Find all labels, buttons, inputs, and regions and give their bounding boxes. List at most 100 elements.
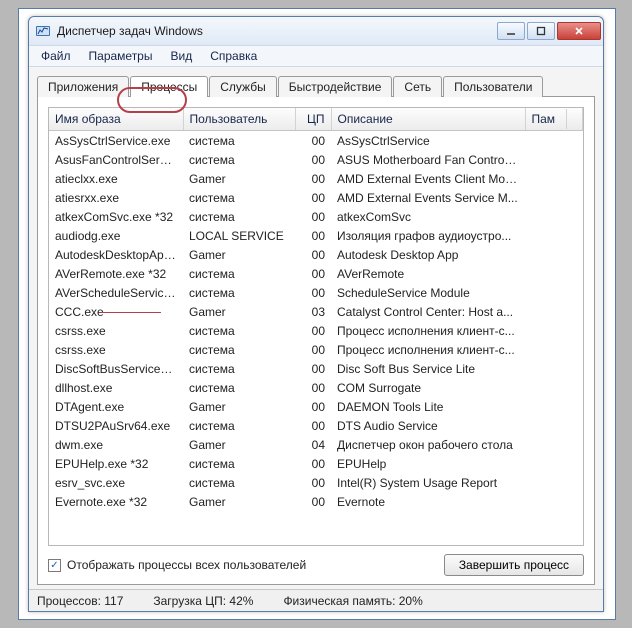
menubar: Файл Параметры Вид Справка: [29, 45, 603, 67]
cell-cpu: 00: [295, 359, 331, 378]
cell-description: AMD External Events Client Mod...: [331, 169, 525, 188]
table-row[interactable]: DTSU2PAuSrv64.exeсистема00DTS Audio Serv…: [49, 416, 583, 435]
cell-user: система: [183, 454, 295, 473]
table-row[interactable]: dwm.exeGamer04Диспетчер окон рабочего ст…: [49, 435, 583, 454]
process-table[interactable]: Имя образа Пользователь ЦП Описание Пам …: [49, 108, 583, 511]
cell-cpu: 00: [295, 492, 331, 511]
cell-description: DAEMON Tools Lite: [331, 397, 525, 416]
cell-memory: [525, 321, 583, 340]
menu-options[interactable]: Параметры: [81, 47, 161, 65]
cell-user: LOCAL SERVICE: [183, 226, 295, 245]
tab-services[interactable]: Службы: [209, 76, 276, 97]
cell-cpu: 00: [295, 264, 331, 283]
cell-cpu: 00: [295, 169, 331, 188]
tab-network[interactable]: Сеть: [393, 76, 442, 97]
header-scroll-area: [566, 109, 582, 129]
tab-panel-processes: Имя образа Пользователь ЦП Описание Пам …: [37, 96, 595, 585]
col-header-cpu[interactable]: ЦП: [295, 108, 331, 131]
cell-user: система: [183, 340, 295, 359]
cell-memory: [525, 397, 583, 416]
show-all-users-checkbox[interactable]: ✓: [48, 559, 61, 572]
cell-user: система: [183, 264, 295, 283]
end-process-button[interactable]: Завершить процесс: [444, 554, 584, 576]
titlebar[interactable]: Диспетчер задач Windows: [29, 17, 603, 45]
table-row[interactable]: audiodg.exeLOCAL SERVICE00Изоляция графо…: [49, 226, 583, 245]
col-header-user[interactable]: Пользователь: [183, 108, 295, 131]
cell-user: система: [183, 188, 295, 207]
cell-memory: [525, 340, 583, 359]
table-row[interactable]: csrss.exeсистема00Процесс исполнения кли…: [49, 321, 583, 340]
cell-description: Disc Soft Bus Service Lite: [331, 359, 525, 378]
table-row[interactable]: DiscSoftBusServiceLit...система00Disc So…: [49, 359, 583, 378]
cell-user: система: [183, 131, 295, 151]
table-row[interactable]: csrss.exeсистема00Процесс исполнения кли…: [49, 340, 583, 359]
table-row[interactable]: EPUHelp.exe *32система00EPUHelp: [49, 454, 583, 473]
cell-image-name: AutodeskDesktopApp...: [49, 245, 183, 264]
cell-user: система: [183, 283, 295, 302]
cell-description: COM Surrogate: [331, 378, 525, 397]
status-process-count: Процессов: 117: [37, 594, 123, 608]
cell-image-name: csrss.exe: [49, 321, 183, 340]
task-manager-window: Диспетчер задач Windows Файл Параметры В…: [28, 16, 604, 612]
table-row[interactable]: atiesrxx.exeсистема00AMD External Events…: [49, 188, 583, 207]
cell-cpu: 00: [295, 378, 331, 397]
table-row[interactable]: AsusFanControlServic...система00ASUS Mot…: [49, 150, 583, 169]
table-row[interactable]: CCC.exeGamer03Catalyst Control Center: H…: [49, 302, 583, 321]
table-row[interactable]: AutodeskDesktopApp...Gamer00Autodesk Des…: [49, 245, 583, 264]
cell-cpu: 00: [295, 340, 331, 359]
app-icon: [35, 23, 51, 39]
cell-image-name: audiodg.exe: [49, 226, 183, 245]
menu-help[interactable]: Справка: [202, 47, 265, 65]
table-row[interactable]: AVerRemote.exe *32система00AVerRemote: [49, 264, 583, 283]
cell-cpu: 00: [295, 131, 331, 151]
table-row[interactable]: dllhost.exeсистема00COM Surrogate: [49, 378, 583, 397]
tab-users[interactable]: Пользователи: [443, 76, 543, 97]
tab-processes[interactable]: Процессы: [130, 76, 208, 97]
cell-description: Autodesk Desktop App: [331, 245, 525, 264]
cell-cpu: 00: [295, 207, 331, 226]
minimize-button[interactable]: [497, 22, 525, 40]
menu-view[interactable]: Вид: [162, 47, 200, 65]
cell-image-name: AsSysCtrlService.exe: [49, 131, 183, 151]
cell-image-name: Evernote.exe *32: [49, 492, 183, 511]
cell-memory: [525, 150, 583, 169]
tab-performance[interactable]: Быстродействие: [278, 76, 393, 97]
cell-user: Gamer: [183, 435, 295, 454]
table-row[interactable]: DTAgent.exeGamer00DAEMON Tools Lite: [49, 397, 583, 416]
show-all-users-label: Отображать процессы всех пользователей: [67, 558, 306, 572]
table-row[interactable]: esrv_svc.exeсистема00Intel(R) System Usa…: [49, 473, 583, 492]
table-row[interactable]: AsSysCtrlService.exeсистема00AsSysCtrlSe…: [49, 131, 583, 151]
cell-user: Gamer: [183, 397, 295, 416]
close-button[interactable]: [557, 22, 601, 40]
table-row[interactable]: atkexComSvc.exe *32система00atkexComSvc: [49, 207, 583, 226]
menu-file[interactable]: Файл: [33, 47, 79, 65]
cell-image-name: AVerScheduleService....: [49, 283, 183, 302]
cell-memory: [525, 283, 583, 302]
cell-user: система: [183, 473, 295, 492]
table-row[interactable]: Evernote.exe *32Gamer00Evernote: [49, 492, 583, 511]
cell-description: AVerRemote: [331, 264, 525, 283]
col-header-description[interactable]: Описание: [331, 108, 525, 131]
cell-image-name: AsusFanControlServic...: [49, 150, 183, 169]
cell-image-name: DiscSoftBusServiceLit...: [49, 359, 183, 378]
cell-memory: [525, 188, 583, 207]
cell-description: Evernote: [331, 492, 525, 511]
cell-image-name: atieclxx.exe: [49, 169, 183, 188]
cell-description: Catalyst Control Center: Host a...: [331, 302, 525, 321]
cell-image-name: esrv_svc.exe: [49, 473, 183, 492]
cell-image-name: AVerRemote.exe *32: [49, 264, 183, 283]
table-row[interactable]: AVerScheduleService....система00Schedule…: [49, 283, 583, 302]
maximize-button[interactable]: [527, 22, 555, 40]
cell-image-name: dwm.exe: [49, 435, 183, 454]
process-table-container: Имя образа Пользователь ЦП Описание Пам …: [48, 107, 584, 546]
window-title: Диспетчер задач Windows: [57, 24, 203, 38]
statusbar: Процессов: 117 Загрузка ЦП: 42% Физическ…: [29, 589, 603, 611]
cell-cpu: 04: [295, 435, 331, 454]
cell-image-name: EPUHelp.exe *32: [49, 454, 183, 473]
tab-applications[interactable]: Приложения: [37, 76, 129, 97]
cell-image-name: CCC.exe: [49, 302, 183, 321]
table-row[interactable]: atieclxx.exeGamer00AMD External Events C…: [49, 169, 583, 188]
tabbar: Приложения Процессы Службы Быстродействи…: [37, 73, 595, 97]
col-header-image-name[interactable]: Имя образа: [49, 108, 183, 131]
cell-cpu: 00: [295, 188, 331, 207]
